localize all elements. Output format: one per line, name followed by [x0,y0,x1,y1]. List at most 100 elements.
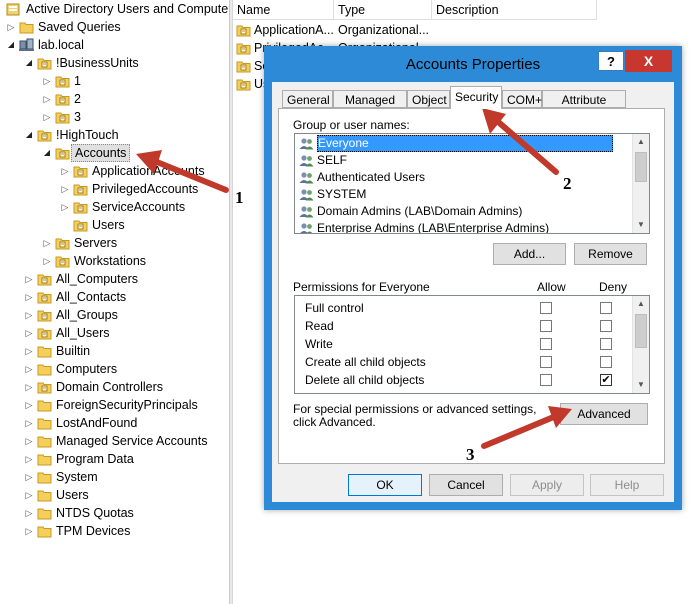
tab-attribute-editor[interactable]: Attribute Editor [542,90,626,125]
collapsed-chevron-icon[interactable]: ▷ [24,306,34,324]
tree-node[interactable]: ▷ ServiceAccounts [0,198,229,216]
tree-node[interactable]: Active Directory Users and Computer [0,0,229,18]
collapsed-chevron-icon[interactable]: ▷ [24,504,34,522]
expanded-chevron-icon[interactable]: ◢ [24,54,34,72]
tree-node[interactable]: ◢ !BusinessUnits [0,54,229,72]
tree-node[interactable]: ▷ All_Contacts [0,288,229,306]
tree-node[interactable]: ▷ Saved Queries [0,18,229,36]
collapsed-chevron-icon[interactable]: ▷ [42,252,52,270]
collapsed-chevron-icon[interactable]: ▷ [60,198,70,216]
tree-node[interactable]: ▷ 2 [0,90,229,108]
collapsed-chevron-icon[interactable]: ▷ [60,162,70,180]
collapsed-chevron-icon[interactable]: ▷ [24,522,34,540]
deny-checkbox[interactable] [600,302,612,314]
title-help-button[interactable]: ? [598,51,624,71]
tree-node[interactable]: ▷ ForeignSecurityPrincipals [0,396,229,414]
allow-checkbox[interactable] [540,338,552,350]
close-button[interactable]: X [625,50,672,72]
tree-node[interactable]: ▷ LostAndFound [0,414,229,432]
user-list-item[interactable]: Everyone [297,135,627,152]
tree-node[interactable]: ▷ NTDS Quotas [0,504,229,522]
collapsed-chevron-icon[interactable]: ▷ [42,108,52,126]
tree-node[interactable]: ◢ Accounts [0,144,229,162]
collapsed-chevron-icon[interactable]: ▷ [24,450,34,468]
collapsed-chevron-icon[interactable]: ▷ [24,396,34,414]
user-list-scrollbar[interactable]: ▲ ▼ [632,134,649,233]
tab-object[interactable]: Object [407,90,450,108]
tree-node[interactable]: ◢ !HighTouch [0,126,229,144]
collapsed-chevron-icon[interactable]: ▷ [42,72,52,90]
cancel-button[interactable]: Cancel [429,474,503,496]
collapsed-chevron-icon[interactable]: ▷ [42,234,52,252]
collapsed-chevron-icon[interactable]: ▷ [24,468,34,486]
deny-checkbox[interactable] [600,320,612,332]
tree-node[interactable]: ▷ ApplicationAccounts [0,162,229,180]
tree-node[interactable]: ▷ Builtin [0,342,229,360]
tree-node[interactable]: ▷ Domain Controllers [0,378,229,396]
expanded-chevron-icon[interactable]: ◢ [6,36,16,54]
tree-node[interactable]: ▷ 3 [0,108,229,126]
column-type[interactable]: Type [334,0,432,20]
tree-node[interactable]: ▷ System [0,468,229,486]
collapsed-chevron-icon[interactable]: ▷ [24,414,34,432]
tree-node[interactable]: ▷ 1 [0,72,229,90]
scroll-thumb[interactable] [635,152,647,182]
deny-checkbox[interactable] [600,338,612,350]
tree-node[interactable]: ▷ TPM Devices [0,522,229,540]
column-description[interactable]: Description [432,0,597,20]
list-item[interactable]: ApplicationA... Organizational... [233,21,433,39]
permissions-list[interactable]: ▲ ▼ Full control Read Write Create all chil… [294,295,650,394]
tree-node[interactable]: ▷ Workstations [0,252,229,270]
tree-node[interactable]: ▷ Servers [0,234,229,252]
tree-node[interactable]: ◢ lab.local [0,36,229,54]
add-button[interactable]: Add... [493,243,566,265]
collapsed-chevron-icon[interactable]: ▷ [24,360,34,378]
scroll-down-icon[interactable]: ▼ [633,217,649,233]
user-list-item[interactable]: Enterprise Admins (LAB\Enterprise Admins… [297,220,627,233]
deny-checkbox[interactable]: ✔ [600,374,612,386]
tab-general[interactable]: General [282,90,333,108]
apply-button[interactable]: Apply [510,474,584,496]
security-tab-panel: Group or user names: ▲ ▼ Everyone SELF Aut… [278,108,665,464]
user-list-item[interactable]: Authenticated Users [297,169,627,186]
collapsed-chevron-icon[interactable]: ▷ [24,270,34,288]
collapsed-chevron-icon[interactable]: ▷ [42,90,52,108]
user-list-item[interactable]: SYSTEM [297,186,627,203]
collapsed-chevron-icon[interactable]: ▷ [24,432,34,450]
collapsed-chevron-icon[interactable]: ▷ [24,324,34,342]
tree-node[interactable]: Users [0,216,229,234]
ok-button[interactable]: OK [348,474,422,496]
tab-managed-by[interactable]: Managed By [333,90,407,125]
help-button[interactable]: Help [590,474,664,496]
collapsed-chevron-icon[interactable]: ▷ [24,342,34,360]
collapsed-chevron-icon[interactable]: ▷ [6,18,16,36]
collapsed-chevron-icon[interactable]: ▷ [24,378,34,396]
allow-checkbox[interactable] [540,356,552,368]
tree-node[interactable]: ▷ Program Data [0,450,229,468]
tree-node[interactable]: ▷ PrivilegedAccounts [0,180,229,198]
tree-node[interactable]: ▷ Computers [0,360,229,378]
collapsed-chevron-icon[interactable]: ▷ [24,486,34,504]
expanded-chevron-icon[interactable]: ◢ [42,144,52,162]
user-list-item[interactable]: SELF [297,152,627,169]
tab-com[interactable]: COM+ [502,90,542,108]
allow-checkbox[interactable] [540,320,552,332]
tab-security[interactable]: Security [450,86,502,109]
tree-node[interactable]: ▷ All_Computers [0,270,229,288]
expanded-chevron-icon[interactable]: ◢ [24,126,34,144]
user-list[interactable]: ▲ ▼ Everyone SELF Authenticated Users SYSTE… [294,133,650,234]
tree-node[interactable]: ▷ Users [0,486,229,504]
collapsed-chevron-icon[interactable]: ▷ [60,180,70,198]
column-name[interactable]: Name [233,0,334,20]
advanced-button[interactable]: Advanced [560,403,648,425]
tree-node[interactable]: ▷ All_Groups [0,306,229,324]
scroll-up-icon[interactable]: ▲ [633,134,649,150]
collapsed-chevron-icon[interactable]: ▷ [24,288,34,306]
user-list-item[interactable]: Domain Admins (LAB\Domain Admins) [297,203,627,220]
deny-checkbox[interactable] [600,356,612,368]
tree-node[interactable]: ▷ Managed Service Accounts [0,432,229,450]
allow-checkbox[interactable] [540,302,552,314]
remove-button[interactable]: Remove [574,243,647,265]
allow-checkbox[interactable] [540,374,552,386]
tree-node[interactable]: ▷ All_Users [0,324,229,342]
